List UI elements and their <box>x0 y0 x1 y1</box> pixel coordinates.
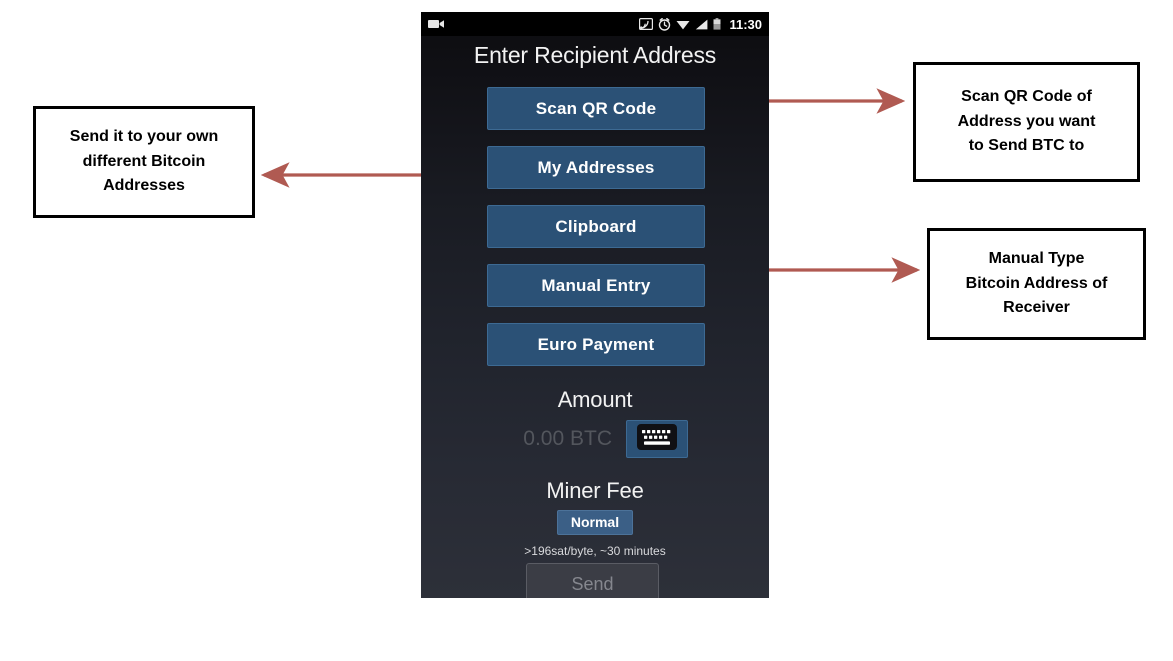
keyboard-icon <box>637 423 677 455</box>
cast-icon <box>639 18 654 31</box>
amount-input-row: 0.00 BTC <box>421 420 769 458</box>
page-title: Enter Recipient Address <box>473 42 717 68</box>
signal-strength-icon <box>695 19 708 30</box>
miner-fee-section: Miner Fee Normal >196sat/byte, ~30 minut… <box>421 478 769 558</box>
amount-input[interactable]: 0.00 BTC <box>502 427 612 451</box>
callout-line: Address you want <box>957 112 1096 130</box>
battery-icon <box>713 18 721 30</box>
callout-line: different Bitcoin <box>82 152 206 170</box>
callout-manual-entry: Manual Type Bitcoin Address of Receiver <box>927 228 1146 340</box>
keyboard-button[interactable] <box>626 420 688 458</box>
callout-line: Receiver <box>1003 299 1070 317</box>
alarm-clock-icon <box>658 17 671 31</box>
euro-payment-button[interactable]: Euro Payment <box>487 323 705 366</box>
send-button[interactable]: Send <box>526 563 659 598</box>
miner-fee-level-badge[interactable]: Normal <box>556 510 634 535</box>
callout-line: Manual Type <box>988 249 1085 267</box>
status-bar-clock: 11:30 <box>729 16 762 32</box>
amount-section: Amount 0.00 BTC <box>421 387 769 458</box>
manual-entry-button[interactable]: Manual Entry <box>487 264 705 307</box>
miner-fee-badge-row: Normal <box>421 510 769 535</box>
miner-fee-detail-text: >196sat/byte, ~30 minutes <box>524 544 666 558</box>
status-bar: 11:30 <box>421 12 769 36</box>
video-camera-icon <box>428 18 445 30</box>
wifi-icon <box>676 19 690 30</box>
callout-line: Addresses <box>103 177 185 195</box>
callout-line: to Send BTC to <box>968 137 1085 155</box>
callout-line: Scan QR Code of <box>961 87 1092 105</box>
status-bar-right-icons: 11:30 <box>639 17 762 32</box>
miner-fee-heading: Miner Fee <box>546 478 644 503</box>
callout-line: Bitcoin Address of <box>965 274 1108 292</box>
clipboard-button[interactable]: Clipboard <box>487 205 705 248</box>
callout-scan-qr-code: Scan QR Code of Address you want to Send… <box>913 62 1140 182</box>
phone-screen: 11:30 Enter Recipient Address Scan QR Co… <box>421 12 769 598</box>
callout-line: Send it to your own <box>69 127 219 145</box>
scan-qr-code-button[interactable]: Scan QR Code <box>487 87 705 130</box>
callout-my-addresses: Send it to your own different Bitcoin Ad… <box>33 106 255 218</box>
my-addresses-button[interactable]: My Addresses <box>487 146 705 189</box>
status-bar-left-icons <box>428 18 445 30</box>
amount-heading: Amount <box>557 387 633 412</box>
recipient-action-button-group: Scan QR Code My Addresses Clipboard Manu… <box>487 87 705 382</box>
